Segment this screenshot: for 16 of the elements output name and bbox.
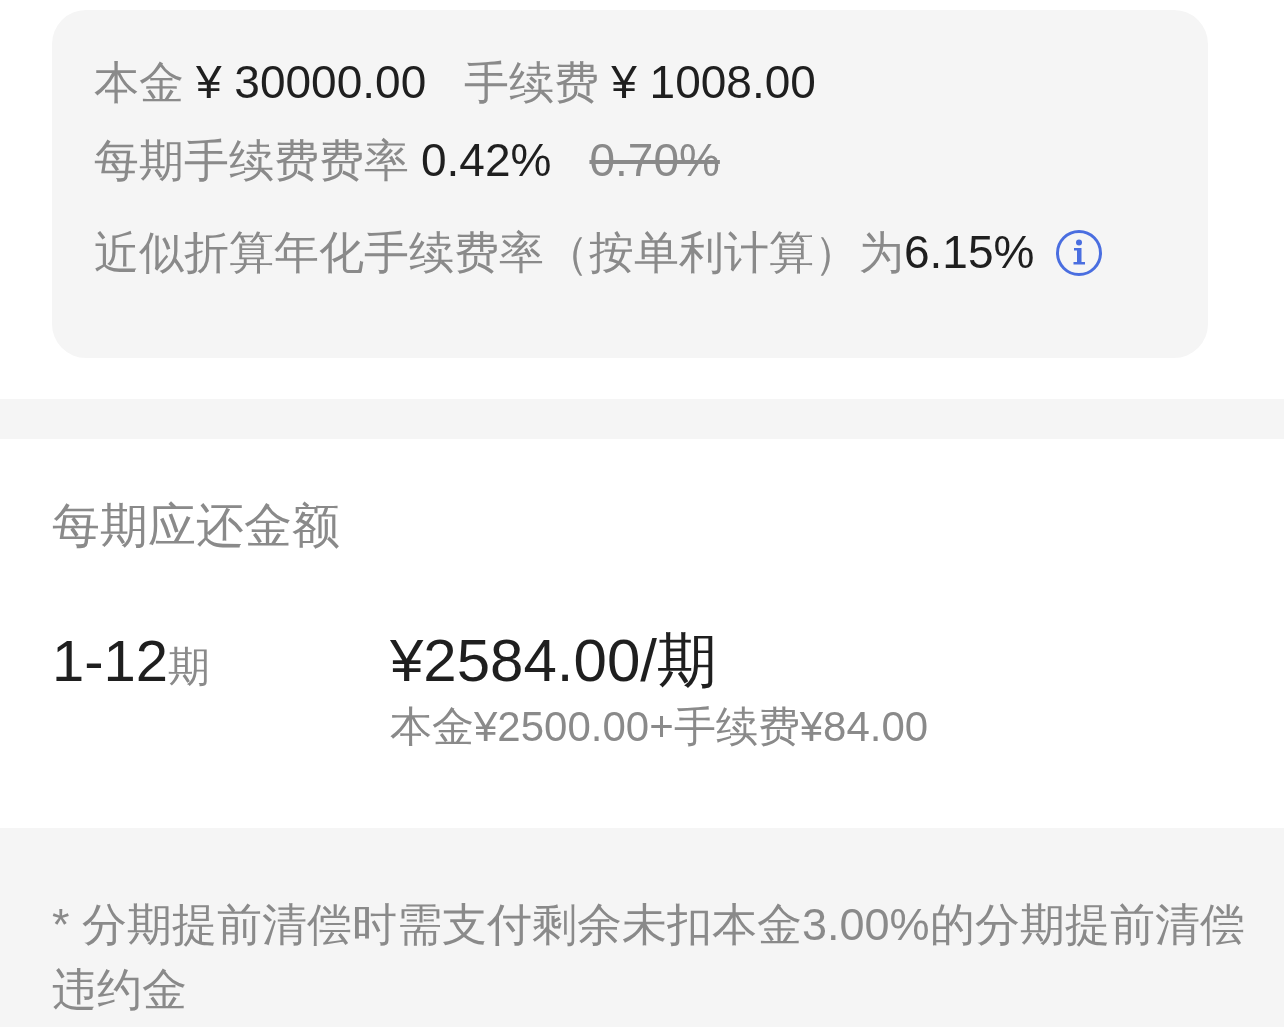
fee-amount: ¥ 1008.00 (611, 56, 816, 108)
section-title: 每期应还金额 (52, 498, 340, 554)
fee-label: 手续费 (464, 57, 600, 108)
principal-amount: ¥ 30000.00 (196, 56, 427, 108)
period-range: 1-12 (52, 627, 169, 695)
installment-amount: ¥2584.00/期 (390, 626, 717, 696)
info-icon[interactable] (1056, 230, 1103, 276)
principal-label: 本金 (94, 57, 184, 108)
original-rate-value: 0.70% (589, 134, 720, 186)
footnote-text: * 分期提前清偿时需支付剩余未扣本金3.00%的分期提前清偿违约金 (52, 898, 1246, 1017)
amount-breakdown: 本金¥2500.00+手续费¥84.00 (390, 702, 929, 752)
period-unit: 期 (168, 643, 211, 692)
annual-rate-value: 6.15% (904, 226, 1035, 278)
rate-value: 0.42% (421, 134, 552, 186)
annual-rate-label: 近似折算年化手续费率（按单利计算）为 (94, 227, 904, 278)
rate-label: 每期手续费费率 (94, 135, 409, 186)
